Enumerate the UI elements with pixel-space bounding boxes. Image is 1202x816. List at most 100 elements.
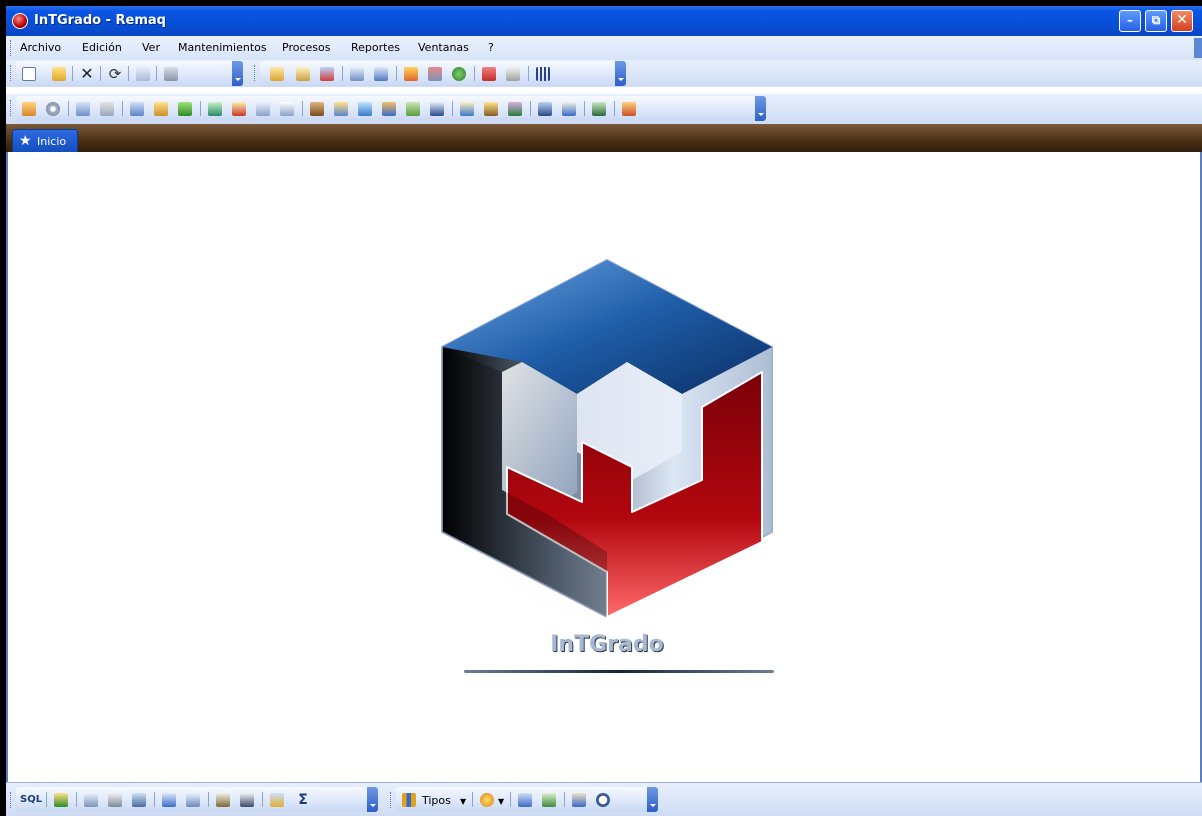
print-icon[interactable] bbox=[162, 65, 180, 83]
columns-icon[interactable] bbox=[184, 791, 202, 809]
content-area: InTGrado bbox=[6, 152, 1202, 782]
open-folder-icon[interactable] bbox=[50, 65, 68, 83]
split-icon[interactable] bbox=[536, 100, 554, 118]
database-icon[interactable] bbox=[176, 100, 194, 118]
org-chart-icon[interactable] bbox=[128, 100, 146, 118]
sort-icon[interactable] bbox=[238, 791, 256, 809]
toolbar-grip[interactable] bbox=[10, 100, 13, 116]
grid-icon[interactable] bbox=[82, 791, 100, 809]
menu-archivo[interactable]: Archivo bbox=[20, 41, 61, 54]
toolbar-grip[interactable] bbox=[390, 792, 393, 808]
close-button[interactable]: ✕ bbox=[1171, 10, 1193, 32]
records-toolbar-options[interactable] bbox=[615, 61, 626, 86]
tools-icon[interactable] bbox=[426, 65, 444, 83]
invoice-icon[interactable] bbox=[230, 100, 248, 118]
palette-dropdown-arrow-icon[interactable]: ▼ bbox=[498, 797, 504, 806]
records-toolbar bbox=[260, 61, 626, 86]
legend-icon[interactable] bbox=[540, 791, 558, 809]
menubar-grip[interactable] bbox=[10, 40, 13, 56]
package-icon[interactable] bbox=[20, 100, 38, 118]
title-bar[interactable]: InTGrado - Remaq – ⧉ ✕ bbox=[6, 6, 1202, 36]
monitor-icon[interactable] bbox=[428, 100, 446, 118]
people-icon[interactable] bbox=[506, 100, 524, 118]
exit-icon[interactable] bbox=[620, 100, 638, 118]
tipos-dropdown[interactable]: Tipos bbox=[422, 794, 451, 807]
sum-icon[interactable]: Σ bbox=[294, 791, 312, 809]
toolbar-separator bbox=[154, 792, 155, 807]
search-record-icon[interactable] bbox=[404, 100, 422, 118]
toolbar-separator bbox=[452, 101, 453, 116]
globe-icon[interactable] bbox=[450, 65, 468, 83]
book-icon[interactable] bbox=[152, 100, 170, 118]
toolbar-separator bbox=[528, 66, 529, 81]
tag-icon[interactable] bbox=[480, 65, 498, 83]
barcode-icon[interactable] bbox=[534, 65, 552, 83]
help-query-icon[interactable] bbox=[380, 100, 398, 118]
minimize-button[interactable]: – bbox=[1119, 10, 1141, 32]
hierarchy-icon[interactable] bbox=[74, 100, 92, 118]
toolbar-separator bbox=[472, 792, 473, 807]
rotate-3d-icon[interactable] bbox=[570, 791, 588, 809]
form-icon[interactable] bbox=[106, 791, 124, 809]
menu-ventanas[interactable]: Ventanas bbox=[418, 41, 469, 54]
edit-record-icon[interactable] bbox=[268, 65, 286, 83]
calendar-icon[interactable] bbox=[278, 100, 296, 118]
toolbar-grip[interactable] bbox=[10, 65, 13, 81]
app-logo-icon[interactable] bbox=[12, 13, 28, 29]
list-view-icon[interactable] bbox=[254, 100, 272, 118]
toolbar-separator bbox=[302, 101, 303, 116]
edit-pencil-icon[interactable] bbox=[482, 100, 500, 118]
logo-wordmark: InTGrado bbox=[550, 632, 664, 657]
users-icon[interactable] bbox=[402, 65, 420, 83]
report-icon[interactable] bbox=[458, 100, 476, 118]
menu-reportes[interactable]: Reportes bbox=[351, 41, 400, 54]
menu-mantenimientos[interactable]: Mantenimientos bbox=[178, 41, 267, 54]
transfer-icon[interactable] bbox=[332, 100, 350, 118]
maximize-button[interactable]: ⧉ bbox=[1145, 10, 1167, 32]
modules-toolbar-options[interactable] bbox=[755, 96, 766, 121]
grid-toolbar: SQL Σ bbox=[16, 787, 378, 812]
calculator-icon[interactable] bbox=[504, 65, 522, 83]
toolbar-grip[interactable] bbox=[254, 65, 257, 81]
shipment-icon[interactable] bbox=[356, 100, 374, 118]
star-icon: ★ bbox=[19, 133, 32, 149]
filter-icon[interactable] bbox=[214, 791, 232, 809]
table-icon[interactable] bbox=[160, 791, 178, 809]
window-list-icon[interactable] bbox=[372, 65, 390, 83]
chart-grid-icon[interactable] bbox=[130, 791, 148, 809]
menu-procesos[interactable]: Procesos bbox=[282, 41, 330, 54]
menubar-overflow-chevron[interactable] bbox=[1194, 38, 1202, 58]
delete-x-icon[interactable]: ✕ bbox=[78, 65, 96, 83]
tab-inicio[interactable]: ★ Inicio bbox=[12, 129, 78, 152]
query-icon[interactable] bbox=[294, 65, 312, 83]
wizard-icon[interactable] bbox=[318, 65, 336, 83]
new-document-icon[interactable] bbox=[20, 65, 38, 83]
tipos-dropdown-arrow-icon[interactable]: ▼ bbox=[460, 797, 466, 806]
document-green-icon[interactable] bbox=[206, 100, 224, 118]
form-view-icon[interactable] bbox=[348, 65, 366, 83]
chart-toolbar-options[interactable] bbox=[647, 787, 658, 812]
network-icon[interactable] bbox=[98, 100, 116, 118]
menu-bar: Archivo Edición Ver Mantenimientos Proce… bbox=[6, 36, 1202, 60]
standard-toolbar-options[interactable] bbox=[232, 61, 243, 86]
sql-button[interactable]: SQL bbox=[20, 794, 42, 805]
color-palette-icon[interactable] bbox=[478, 791, 496, 809]
logo-underline bbox=[464, 670, 774, 673]
menu-ver[interactable]: Ver bbox=[142, 41, 160, 54]
layers-icon[interactable] bbox=[52, 791, 70, 809]
home-icon[interactable] bbox=[560, 100, 578, 118]
run-icon[interactable] bbox=[268, 791, 286, 809]
refresh-icon[interactable]: ⟳ bbox=[106, 65, 124, 83]
toolbar-separator bbox=[208, 792, 209, 807]
menu-edicion[interactable]: Edición bbox=[82, 41, 122, 54]
grid-toolbar-options[interactable] bbox=[367, 787, 378, 812]
toolbar-grip[interactable] bbox=[10, 792, 13, 808]
settings-gear-icon[interactable] bbox=[44, 100, 62, 118]
menu-help[interactable]: ? bbox=[488, 41, 494, 54]
bar-chart-icon[interactable] bbox=[400, 791, 418, 809]
structure-icon[interactable] bbox=[590, 100, 608, 118]
stock-icon[interactable] bbox=[308, 100, 326, 118]
axis-icon[interactable] bbox=[516, 791, 534, 809]
copy-icon[interactable] bbox=[134, 65, 152, 83]
zoom-icon[interactable] bbox=[594, 791, 612, 809]
